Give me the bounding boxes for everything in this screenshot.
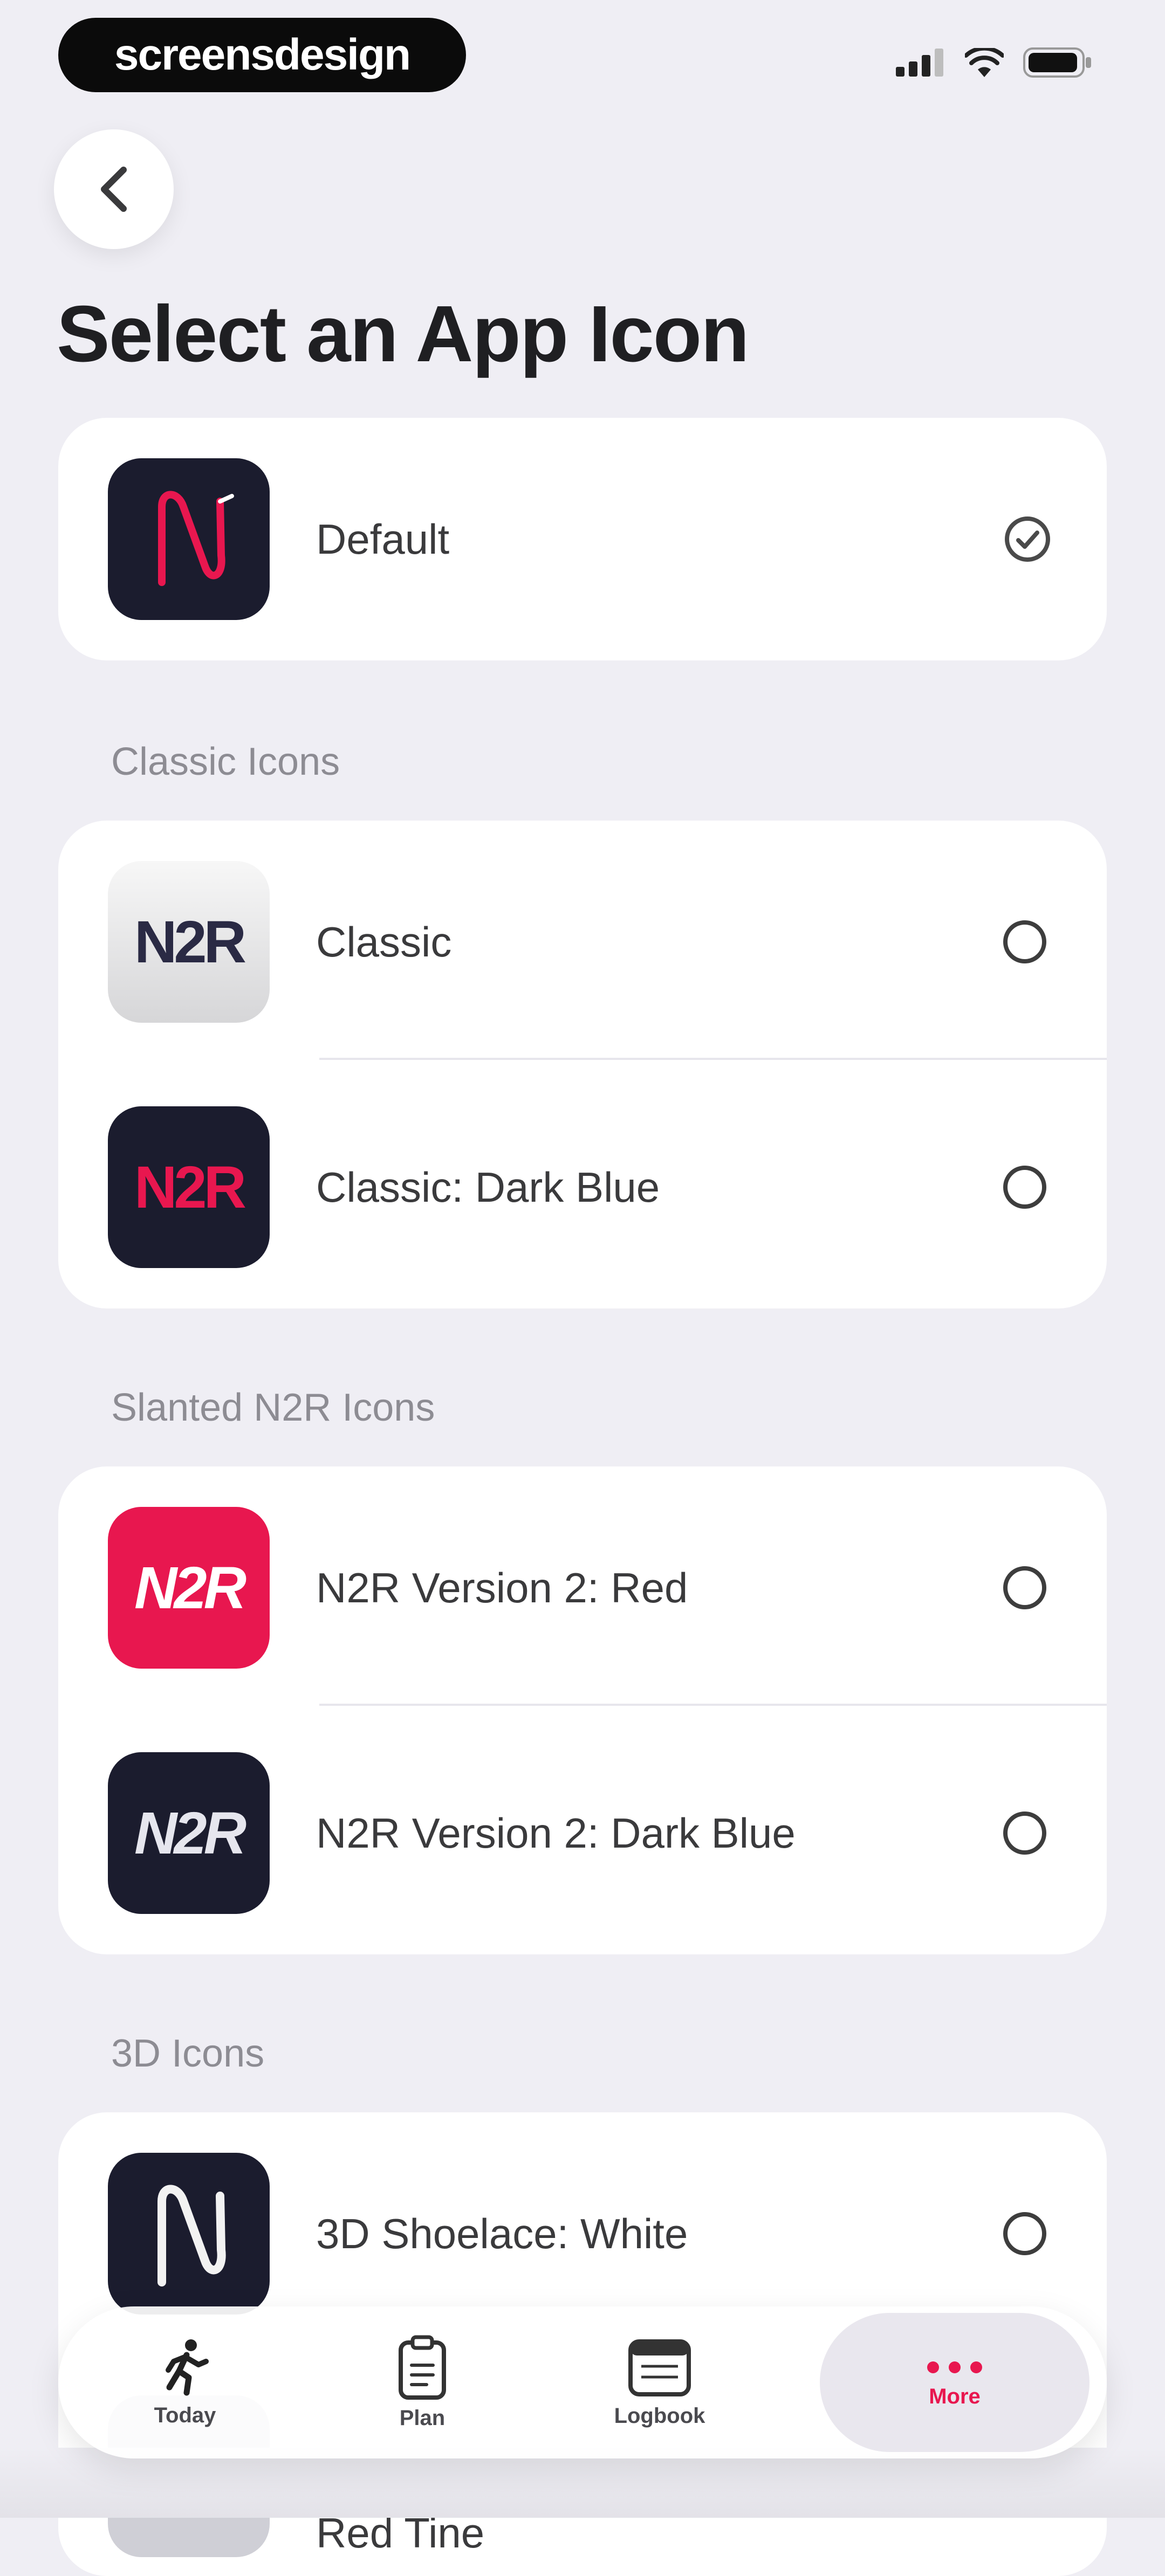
- icon-option-classic-dark-blue[interactable]: N2R Classic: Dark Blue: [58, 1106, 1107, 1268]
- radio-button[interactable]: [1003, 1166, 1046, 1209]
- clipboard-icon: [399, 2335, 446, 2400]
- page-title: Select an App Icon: [57, 290, 750, 378]
- shoelace-n-logo-icon: [157, 2185, 226, 2286]
- app-icon-classic-dark-blue-preview: N2R: [108, 1106, 270, 1268]
- icon-option-label: N2R Version 2: Red: [316, 1563, 688, 1611]
- icon-option-classic[interactable]: N2R Classic: [58, 861, 1107, 1023]
- section-header-3d: 3D Icons: [111, 2032, 265, 2075]
- tab-label: Logbook: [614, 2403, 705, 2428]
- icon-option-n2r-red[interactable]: N2R N2R Version 2: Red: [58, 1507, 1107, 1669]
- n2r-logo-text: N2R: [134, 1554, 246, 1621]
- app-icon-classic-preview: N2R: [108, 861, 270, 1023]
- row-divider: [319, 1704, 1107, 1706]
- tab-label: Plan: [399, 2406, 446, 2430]
- section-header-classic: Classic Icons: [111, 740, 340, 783]
- icon-option-default[interactable]: Default: [58, 458, 1107, 620]
- classic-icons-card: N2R Classic N2R Classic: Dark Blue: [58, 821, 1107, 1308]
- brand-watermark: screensdesign: [58, 18, 466, 92]
- runner-icon: [166, 2339, 209, 2395]
- icon-option-label: Default: [316, 515, 450, 563]
- icon-option-3d-shoelace-white[interactable]: 3D Shoelace: White: [58, 2153, 1107, 2315]
- status-bar-icons: [896, 47, 1092, 78]
- radio-button[interactable]: [1003, 2212, 1046, 2255]
- tab-bar: Today Plan Logbook More: [58, 2306, 1107, 2458]
- radio-button[interactable]: [1003, 1566, 1046, 1609]
- tab-more[interactable]: More: [820, 2313, 1089, 2452]
- battery-icon: [1023, 47, 1091, 78]
- signal-icon: [896, 49, 943, 77]
- app-icon-n2r-dark-blue-preview: N2R: [108, 1752, 270, 1914]
- icon-option-label: Classic: [316, 918, 452, 966]
- wifi-icon: [965, 48, 1004, 77]
- shoelace-n-logo-icon: [158, 491, 234, 586]
- section-header-slanted: Slanted N2R Icons: [111, 1386, 435, 1429]
- app-icon-default-preview: [108, 458, 270, 620]
- radio-button[interactable]: [1003, 1812, 1046, 1855]
- app-icon-n2r-red-preview: N2R: [108, 1507, 270, 1669]
- checkmark-circle-icon: [1005, 516, 1050, 562]
- brand-text: screensdesign: [114, 30, 411, 79]
- default-icon-card: Default: [58, 418, 1107, 660]
- tab-plan[interactable]: Plan: [328, 2306, 517, 2458]
- calendar-icon: [628, 2339, 691, 2396]
- icon-option-label: Classic: Dark Blue: [316, 1163, 660, 1211]
- n2r-logo-text: N2R: [134, 908, 246, 975]
- n2r-logo-text: N2R: [134, 1154, 246, 1221]
- tab-logbook[interactable]: Logbook: [565, 2306, 754, 2458]
- icon-option-label: 3D Shoelace: White: [316, 2209, 688, 2257]
- slanted-icons-card: N2R N2R Version 2: Red N2R N2R Version 2…: [58, 1466, 1107, 1954]
- n2r-logo-text: N2R: [134, 1800, 246, 1866]
- ellipsis-icon: [927, 2361, 982, 2373]
- chevron-left-icon: [101, 167, 127, 212]
- icon-option-n2r-dark-blue[interactable]: N2R N2R Version 2: Dark Blue: [58, 1752, 1107, 1914]
- icon-option-label: N2R Version 2: Dark Blue: [316, 1809, 796, 1857]
- radio-button[interactable]: [1003, 920, 1046, 963]
- tab-today[interactable]: Today: [91, 2306, 279, 2458]
- tab-label: Today: [154, 2403, 216, 2427]
- tab-label: More: [929, 2384, 981, 2408]
- row-divider: [319, 1058, 1107, 1060]
- app-icon-3d-shoelace-white-preview: [108, 2153, 270, 2315]
- back-button[interactable]: [54, 129, 174, 249]
